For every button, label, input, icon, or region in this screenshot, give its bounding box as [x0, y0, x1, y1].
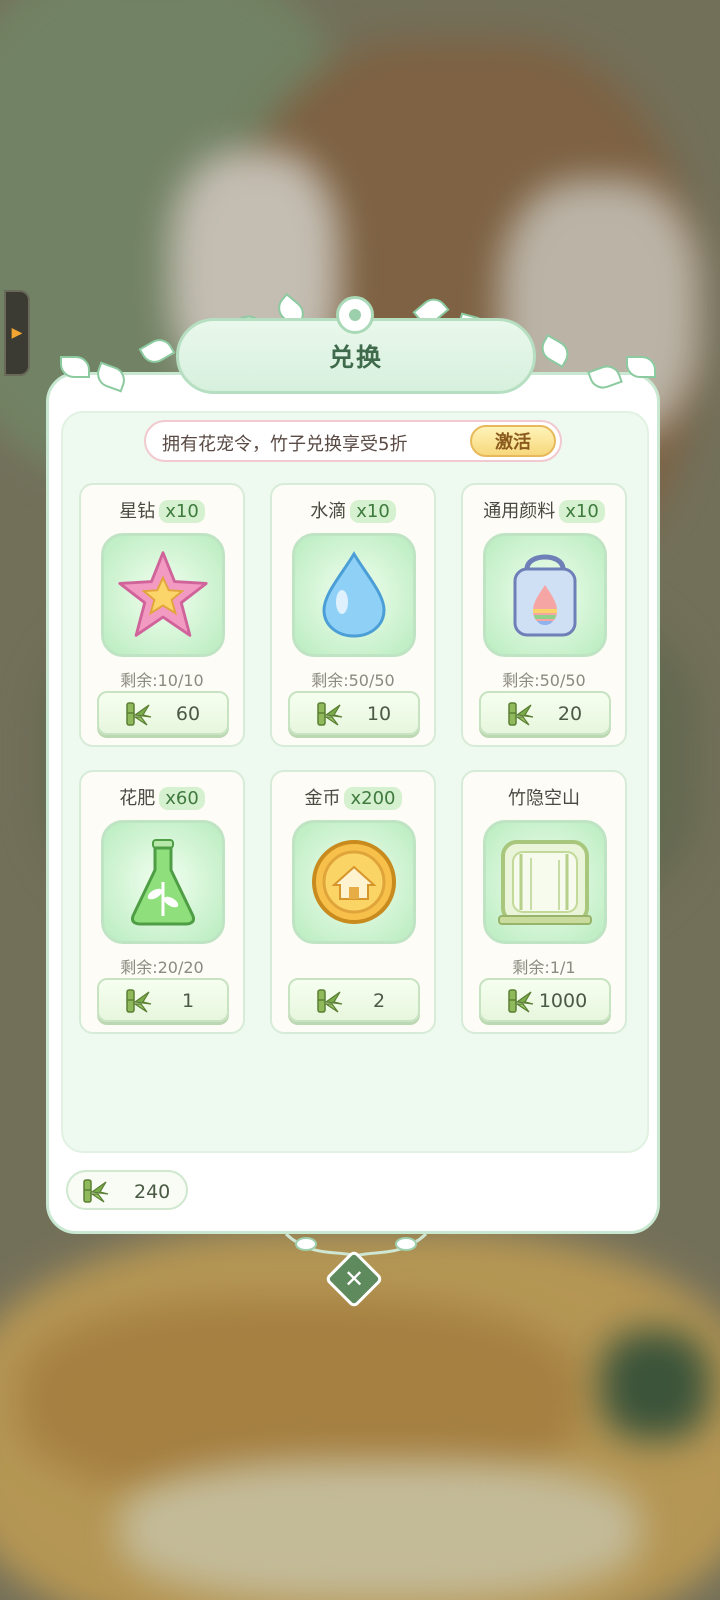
- item-name-row: 金币 x200: [272, 784, 434, 810]
- bamboo-icon: [317, 989, 343, 1013]
- item-price: 2: [372, 990, 386, 1012]
- star-icon: [118, 551, 208, 637]
- item-name: 花肥: [119, 788, 156, 809]
- bamboo-icon: [508, 702, 534, 726]
- item-name-row: 花肥 x60: [81, 784, 243, 810]
- bamboo-frame-icon: [498, 840, 592, 925]
- item-name-row: 通用颜料 x10: [463, 497, 625, 523]
- exchange-item-card[interactable]: 金币 x200 2: [270, 770, 436, 1034]
- item-remaining-stock: 剩余:10/10: [120, 671, 204, 690]
- item-price: 10: [366, 703, 392, 725]
- bamboo-icon: [317, 702, 343, 726]
- activate-button[interactable]: 激活: [470, 425, 556, 457]
- bamboo-icon: [126, 702, 152, 726]
- item-quantity-badge: x10: [559, 500, 605, 523]
- fertilizer-flask-icon: [131, 839, 195, 926]
- item-price: 1000: [538, 990, 588, 1012]
- item-icon-frame: [483, 533, 607, 657]
- side-expand-tab[interactable]: ▶: [4, 290, 30, 376]
- item-price: 1: [181, 990, 195, 1012]
- item-icon-frame: [483, 820, 607, 944]
- item-name-row: 水滴 x10: [272, 497, 434, 523]
- item-name: 金币: [304, 788, 341, 809]
- item-icon-frame: [292, 820, 416, 944]
- arrow-right-icon: ▶: [11, 325, 23, 341]
- item-exchange-button[interactable]: 2: [288, 978, 420, 1022]
- item-exchange-button[interactable]: 60: [97, 691, 229, 735]
- item-icon-frame: [101, 820, 225, 944]
- item-remaining-stock: 剩余:50/50: [502, 671, 586, 690]
- promo-text: 拥有花宠令，竹子兑换享受5折: [162, 434, 408, 455]
- bamboo-balance-amount: 240: [134, 1181, 171, 1203]
- item-exchange-button[interactable]: 1: [97, 978, 229, 1022]
- bamboo-balance: 240: [66, 1170, 188, 1210]
- item-remaining-stock: 剩余:1/1: [512, 958, 576, 977]
- paint-bucket-icon: [513, 554, 577, 637]
- vine-leaf-icon: [60, 356, 90, 378]
- bamboo-icon: [126, 989, 152, 1013]
- item-remaining-stock: 剩余:50/50: [311, 671, 395, 690]
- item-name-row: 星钻 x10: [81, 497, 243, 523]
- item-quantity-badge: x200: [344, 787, 402, 810]
- item-icon-frame: [292, 533, 416, 657]
- item-icon-frame: [101, 533, 225, 657]
- close-icon: ✕: [343, 1264, 365, 1293]
- bamboo-icon: [83, 1179, 109, 1203]
- pass-promo-banner: 拥有花宠令，竹子兑换享受5折 激活: [144, 420, 562, 462]
- exchange-item-card[interactable]: 竹隐空山 剩余:1/1 1000: [461, 770, 627, 1034]
- item-name-row: 竹隐空山: [463, 784, 625, 810]
- item-quantity-badge: x10: [350, 500, 396, 523]
- item-remaining-stock: 剩余:20/20: [120, 958, 204, 977]
- item-name: 星钻: [119, 501, 156, 522]
- item-exchange-button[interactable]: 10: [288, 691, 420, 735]
- item-price: 60: [175, 703, 201, 725]
- gold-coin-icon: [312, 840, 396, 924]
- item-quantity-badge: x10: [159, 500, 205, 523]
- item-name: 水滴: [310, 501, 347, 522]
- exchange-item-card[interactable]: 通用颜料 x10 剩余:50/50 20: [461, 483, 627, 747]
- item-quantity-badge: x60: [159, 787, 205, 810]
- exchange-item-card[interactable]: 水滴 x10 剩余:50/50 10: [270, 483, 436, 747]
- item-exchange-button[interactable]: 1000: [479, 978, 611, 1022]
- item-name: 竹隐空山: [508, 788, 580, 809]
- exchange-item-card[interactable]: 星钻 x10 剩余:10/10 60: [79, 483, 245, 747]
- vine-leaf-icon: [626, 356, 656, 378]
- item-price: 20: [557, 703, 583, 725]
- dialog-title: 兑换: [328, 343, 383, 372]
- water-drop-icon: [322, 551, 386, 638]
- item-name: 通用颜料: [483, 501, 556, 522]
- flower-ornament-icon: [336, 296, 374, 334]
- exchange-item-card[interactable]: 花肥 x60 剩余:20/20 1: [79, 770, 245, 1034]
- item-exchange-button[interactable]: 20: [479, 691, 611, 735]
